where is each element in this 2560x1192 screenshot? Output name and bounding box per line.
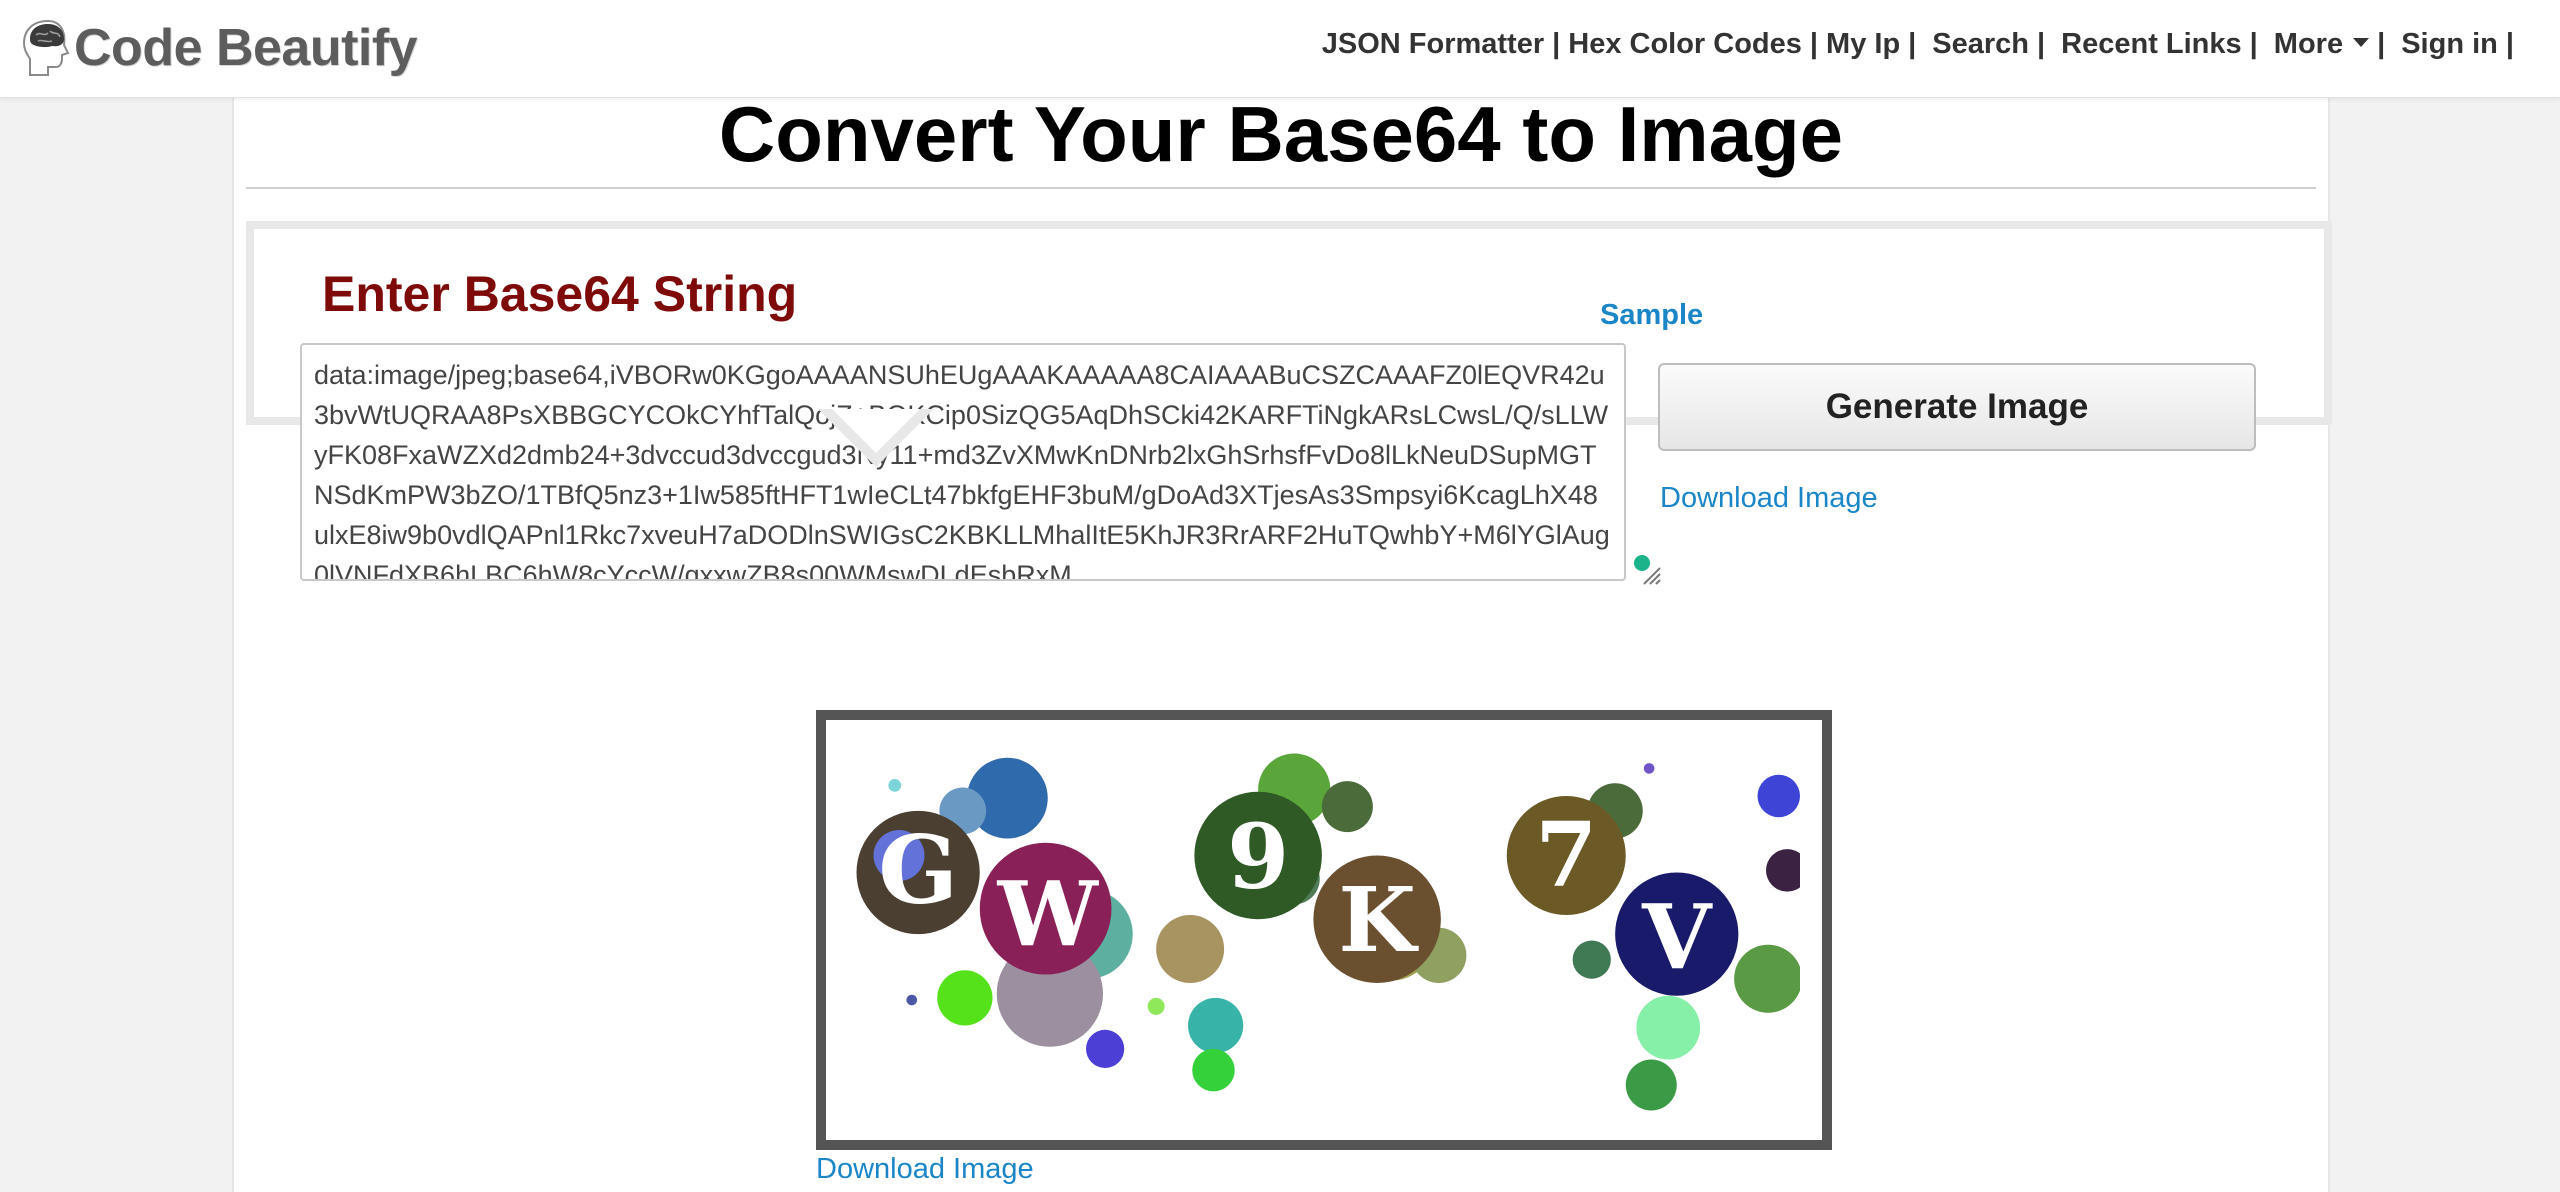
title-divider	[246, 187, 2316, 189]
nav-separator: |	[1552, 28, 1561, 60]
nav-separator: |	[2249, 28, 2258, 60]
resize-grip-icon[interactable]	[1640, 564, 1662, 586]
nav-item-more[interactable]: More	[2273, 28, 2370, 61]
nav-separator: |	[2037, 28, 2046, 60]
nav-item-more-label: More	[2273, 28, 2344, 60]
caret-down-icon	[2353, 37, 2370, 47]
top-navbar: Code Beautify JSON Formatter | Hex Color…	[0, 0, 2560, 98]
nav-item-my-ip[interactable]: My Ip	[1826, 28, 1900, 61]
nav-menu: JSON Formatter | Hex Color Codes | My Ip…	[1322, 28, 2522, 61]
site-logo[interactable]: Code Beautify	[18, 10, 418, 86]
page-title: Convert Your Base64 to Image	[718, 90, 1844, 178]
captcha-letter: K	[1338, 868, 1419, 973]
nav-item-recent-links[interactable]: Recent Links	[2061, 28, 2242, 61]
download-image-link-bottom[interactable]: Download Image	[816, 1153, 1034, 1186]
nav-separator: |	[1809, 28, 1819, 60]
panel-pointer	[818, 409, 934, 467]
captcha-letter: 9	[1227, 804, 1289, 909]
sample-link[interactable]: Sample	[1600, 299, 1703, 332]
input-heading: Enter Base64 String	[322, 266, 798, 322]
nav-item-json-formatter[interactable]: JSON Formatter	[1322, 28, 1544, 61]
generate-image-button[interactable]: Generate Image	[1658, 363, 2256, 451]
captcha-letter: V	[1641, 885, 1713, 990]
captcha-letter: 7	[1535, 802, 1597, 907]
captcha-letter: G	[878, 815, 958, 925]
base64-input-panel: Enter Base64 String Sample data:image/jp…	[246, 221, 2332, 585]
nav-separator: |	[2505, 28, 2514, 60]
nav-separator: |	[2377, 28, 2386, 60]
nav-item-hex-color-codes[interactable]: Hex Color Codes	[1568, 28, 1802, 61]
nav-separator: |	[1908, 28, 1917, 60]
generated-image-frame: G W 9 K 7 V	[816, 710, 1832, 1150]
download-image-link-top[interactable]: Download Image	[1660, 482, 1878, 515]
nav-item-search[interactable]: Search	[1932, 28, 2029, 61]
captcha-letter: W	[997, 862, 1100, 967]
brain-head-icon	[22, 19, 70, 76]
base64-input[interactable]: data:image/jpeg;base64,iVBORw0KGgoAAAANS…	[300, 343, 1626, 581]
brand-name: Code Beautify	[74, 19, 418, 77]
nav-item-sign-in[interactable]: Sign in	[2401, 28, 2498, 61]
captcha-image: G W 9 K 7 V	[856, 753, 1800, 1111]
